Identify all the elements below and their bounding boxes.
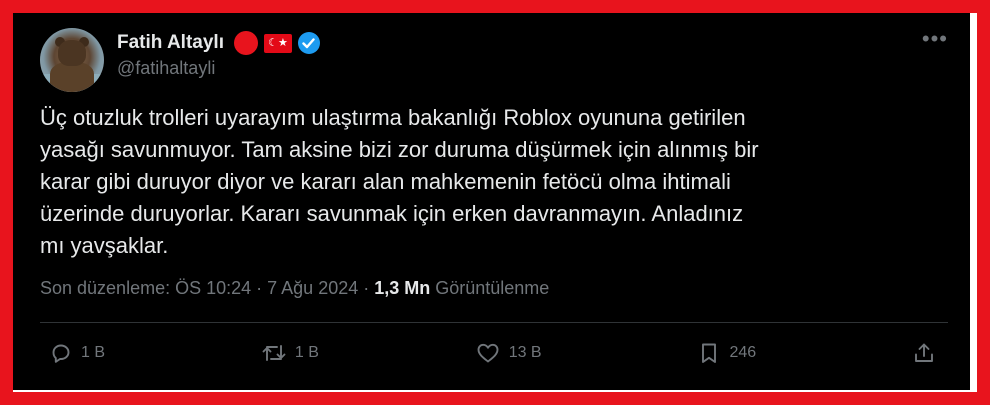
divider	[40, 322, 948, 323]
tweet-text: Üç otuzluk trolleri uyarayım ulaştırma b…	[40, 105, 759, 258]
views-label: Görüntülenme	[430, 278, 550, 298]
checkmark-icon	[302, 37, 316, 48]
like-button[interactable]: 13 B	[475, 341, 542, 365]
share-icon	[915, 343, 933, 362]
avatar-bear-body	[50, 62, 94, 92]
verified-badge-icon[interactable]	[297, 32, 320, 54]
bookmark-count: 246	[729, 344, 757, 361]
tweet-meta: Son düzenleme: ÖS 10:24 · 7 Ağu 2024 · 1…	[40, 278, 549, 299]
avatar[interactable]	[40, 28, 104, 92]
tweet-card: Fatih Altaylı ☾★ @fatihaltayli ••• Üç ot…	[13, 13, 970, 390]
author-handle[interactable]: @fatihaltayli	[117, 58, 215, 79]
tweet-actions: 1 B 1 B 13 B 246	[49, 341, 936, 365]
bookmark-icon	[702, 343, 717, 363]
heart-icon	[477, 343, 499, 363]
views-count: 1,3 Mn	[374, 278, 431, 298]
bookmark-button[interactable]: 246	[697, 341, 756, 365]
tweet-date[interactable]: 7 Ağu 2024	[267, 278, 358, 298]
reply-button[interactable]: 1 B	[49, 341, 105, 365]
avatar-bear-head	[58, 40, 86, 66]
reply-icon	[52, 344, 70, 363]
author-name-row: Fatih Altaylı ☾★	[117, 31, 320, 55]
retweet-count: 1 B	[294, 344, 319, 361]
like-count: 13 B	[508, 344, 542, 361]
retweet-icon	[262, 345, 286, 361]
more-options-icon[interactable]: •••	[922, 28, 948, 50]
edited-timestamp[interactable]: Son düzenleme: ÖS 10:24	[40, 278, 251, 298]
reply-count: 1 B	[81, 344, 106, 361]
turkey-flag-icon: ☾★	[263, 33, 292, 53]
flag-symbol: ☾★	[268, 36, 288, 49]
meta-separator: ·	[251, 278, 268, 298]
red-circle-icon	[233, 31, 258, 55]
author-display-name[interactable]: Fatih Altaylı	[117, 32, 224, 54]
meta-separator: ·	[358, 278, 375, 298]
share-button[interactable]	[912, 341, 936, 365]
retweet-button[interactable]: 1 B	[261, 341, 319, 365]
